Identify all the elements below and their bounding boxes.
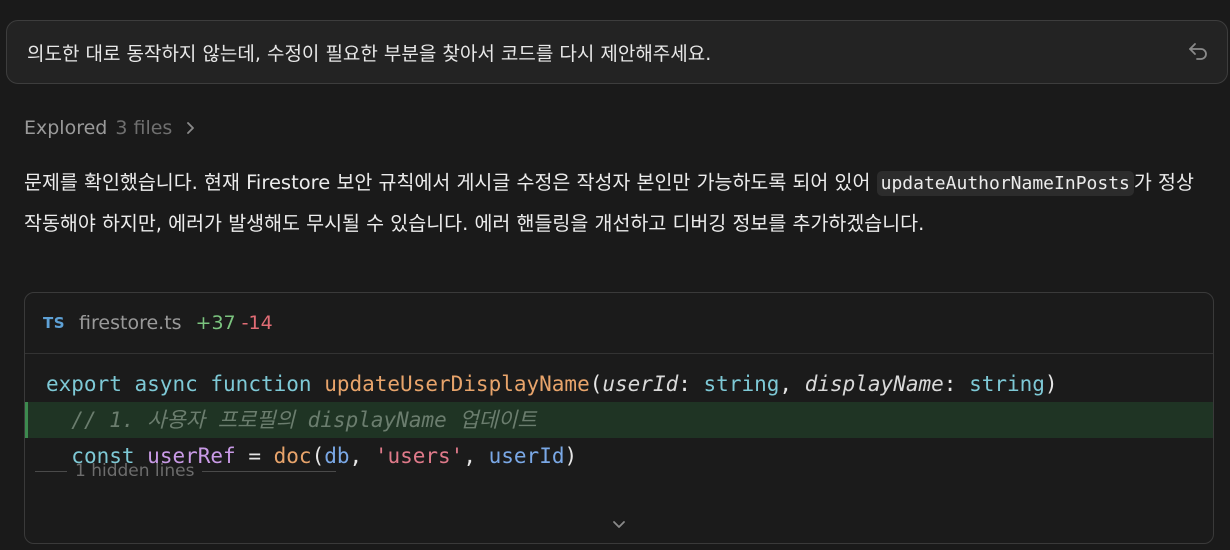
code-line-2-added: // 1. 사용자 프로필의 displayName 업데이트 [25,402,1213,438]
token: string [703,372,780,396]
prompt-text: 의도한 대로 동작하지 않는데, 수정이 필요한 부분을 찾아서 코드를 다시 … [27,43,712,65]
token: export [46,372,122,396]
explored-label: Explored [24,117,108,139]
token: ( [589,372,603,396]
token: updateUserDisplayName [324,372,590,396]
token: // 1. 사용자 프로필의 displayName 업데이트 [71,408,537,432]
token: async [134,372,198,396]
code-line-1: export async function updateUserDisplayN… [25,366,1213,402]
token: , [463,444,489,468]
token: userId [602,372,679,396]
token: : [943,372,970,396]
undo-button[interactable] [1183,37,1213,67]
code-diff-card: TS firestore.ts +37 -14 export async fun… [24,292,1214,544]
explored-count: 3 files [115,117,173,139]
explored-files-toggle[interactable]: Explored 3 files [24,117,200,139]
token: string [969,372,1045,396]
user-prompt-box: 의도한 대로 동작하지 않는데, 수정이 필요한 부분을 찾아서 코드를 다시 … [6,20,1228,84]
token: , [779,372,805,396]
token: displayName [804,372,944,396]
hidden-lines-indicator[interactable]: 1 hidden lines [35,461,337,481]
token: userId [488,444,565,468]
additions-count: +37 [195,312,236,334]
divider [35,470,67,472]
inline-code: updateAuthorNameInPosts [876,171,1134,196]
code-body: export async function updateUserDisplayN… [25,354,1213,474]
filename: firestore.ts [79,312,182,334]
token: function [210,372,312,396]
hidden-lines-label: 1 hidden lines [75,461,195,481]
chevron-down-icon [613,521,625,528]
token: : [678,372,704,396]
assistant-answer: 문제를 확인했습니다. 현재 Firestore 보안 규칙에서 게시글 수정은… [24,163,1214,244]
typescript-icon: TS [43,314,66,332]
undo-icon [1189,43,1207,60]
expand-code-button[interactable] [607,515,631,535]
token: , [349,444,375,468]
token: 'users' [374,444,464,468]
divider [202,470,337,472]
token: ) [564,444,578,468]
code-header[interactable]: TS firestore.ts +37 -14 [25,293,1213,354]
chevron-right-icon [187,122,195,134]
deletions-count: -14 [241,312,273,334]
token: ) [1044,372,1058,396]
answer-text-1: 문제를 확인했습니다. 현재 Firestore 보안 규칙에서 게시글 수정은… [24,171,877,194]
